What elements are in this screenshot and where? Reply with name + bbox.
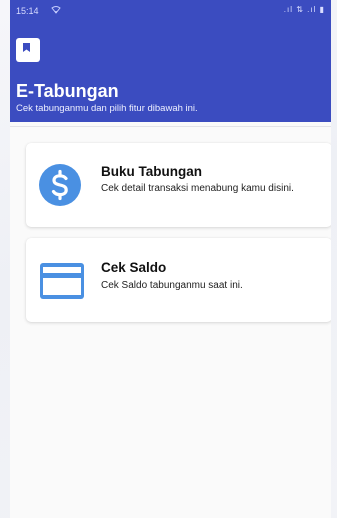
page-subtitle: Cek tabunganmu dan pilih fitur dibawah i…: [16, 103, 198, 114]
menu-card-description: Cek detail transaksi menabung kamu disin…: [101, 183, 294, 194]
menu-card-buku-tabungan[interactable]: Buku Tabungan Cek detail transaksi menab…: [26, 143, 331, 227]
page-title: E-Tabungan: [16, 81, 119, 101]
bookmark-icon: [16, 38, 40, 62]
wifi-icon: [51, 5, 61, 16]
status-time: 15:14: [16, 6, 39, 16]
divider: [10, 126, 331, 127]
menu-card-description: Cek Saldo tabunganmu saat ini.: [101, 280, 243, 291]
status-bar: 15:14 .ıl ⇅ .ıl ▮: [10, 0, 331, 22]
menu-card-title: Buku Tabungan: [101, 164, 202, 179]
menu-card-title: Cek Saldo: [101, 260, 167, 275]
dollar-circle-icon: [38, 163, 82, 207]
phone-screen: 15:14 .ıl ⇅ .ıl ▮ E-Tabungan Cek tabunga…: [10, 0, 331, 518]
menu-card-cek-saldo[interactable]: Cek Saldo Cek Saldo tabunganmu saat ini.: [26, 238, 331, 322]
status-icons: .ıl ⇅ .ıl ▮: [283, 5, 325, 14]
app-header: 15:14 .ıl ⇅ .ıl ▮ E-Tabungan Cek tabunga…: [10, 0, 331, 122]
credit-card-icon: [38, 261, 86, 301]
